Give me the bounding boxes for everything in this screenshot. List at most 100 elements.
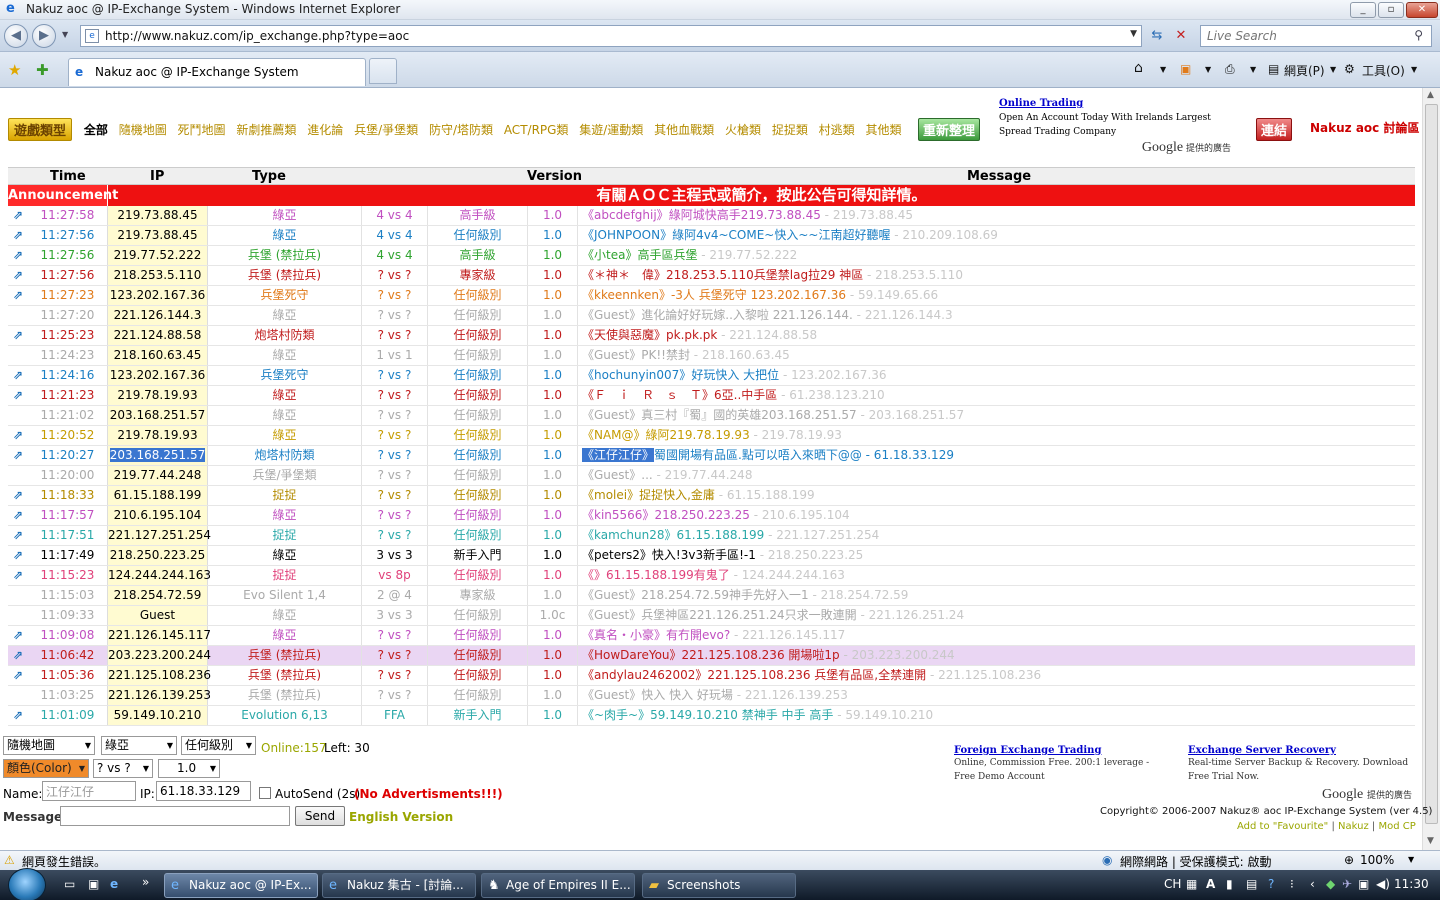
- close-window-button[interactable]: ✕: [1406, 2, 1438, 18]
- forum-link[interactable]: Nakuz aoc 討論區: [1310, 119, 1419, 136]
- table-row[interactable]: ⇗ 11:17:51 221.127.251.254 捉捉? vs ? 任何級別 1.0 《…: [8, 526, 1415, 546]
- row-message[interactable]: 《江仔江仔》蜀國開場有品區.點可以唔入來晒下@@ - 61.18.33.129: [578, 446, 1415, 465]
- join-game-icon[interactable]: ⇗: [8, 266, 28, 285]
- table-row[interactable]: ⇗ 11:06:42 203.223.200.244 兵堡 (禁拉兵)? vs ? 任何…: [8, 646, 1415, 666]
- row-ip[interactable]: 221.126.145.117: [107, 626, 211, 645]
- table-row[interactable]: ⇗ 11:20:27 203.168.251.57 炮塔村防類? vs ? 任何級別 1.…: [8, 446, 1415, 466]
- row-ip[interactable]: 221.126.144.3: [107, 306, 208, 325]
- join-game-icon[interactable]: ⇗: [8, 646, 28, 665]
- category-act-rpg[interactable]: ACT/RPG類: [504, 121, 569, 138]
- row-ip[interactable]: 203.168.251.57: [107, 406, 208, 425]
- print-dropdown-icon[interactable]: ▼: [1250, 65, 1256, 74]
- ime-width-icon[interactable]: ▮: [1226, 877, 1233, 891]
- warning-icon[interactable]: ⚠: [4, 853, 15, 867]
- status-error-text[interactable]: 網頁發生錯誤。: [22, 853, 106, 870]
- nakuz-link[interactable]: Nakuz: [1338, 821, 1369, 832]
- row-message[interactable]: 《andylau2462002》221.125.108.236 兵堡有品區,全禁…: [578, 666, 1415, 685]
- table-row[interactable]: ⇗ 11:17:49 218.250.223.25 綠亞 3 vs 3 新手入門 1.0 《p…: [8, 546, 1415, 566]
- row-ip[interactable]: 219.78.19.93: [107, 426, 208, 445]
- category-other[interactable]: 其他類: [866, 121, 902, 138]
- row-ip[interactable]: 219.77.52.222: [107, 246, 208, 265]
- join-game-icon[interactable]: ⇗: [8, 446, 28, 465]
- ie-quicklaunch-icon[interactable]: e: [110, 877, 118, 891]
- row-ip[interactable]: Guest: [107, 606, 208, 625]
- scroll-thumb[interactable]: [1425, 104, 1438, 824]
- table-row[interactable]: 11:21:02 203.168.251.57 綠亞? vs ? 任何級別 1.0 《Gu…: [8, 406, 1415, 426]
- row-ip[interactable]: 218.160.63.45: [107, 346, 208, 365]
- tray-app2-icon[interactable]: ✈: [1342, 877, 1352, 891]
- search-input[interactable]: [1207, 28, 1397, 44]
- refresh-icon[interactable]: ⇆: [1146, 25, 1168, 47]
- feeds-dropdown-icon[interactable]: ▼: [1205, 65, 1211, 74]
- table-row[interactable]: ⇗ 11:21:23 219.78.19.93 綠亞? vs ? 任何級別 1.0 《Ｆ ｉ…: [8, 386, 1415, 406]
- top-ad-title[interactable]: Online Trading: [999, 97, 1239, 111]
- category-new-recommended[interactable]: 新劇推薦類: [236, 121, 296, 138]
- clock[interactable]: 11:30: [1394, 877, 1429, 891]
- tab-nakuz[interactable]: e Nakuz aoc @ IP-Exchange System: [68, 58, 366, 86]
- show-desktop-icon[interactable]: ▭: [64, 877, 75, 891]
- table-row[interactable]: ⇗ 11:27:56 219.77.52.222 兵堡 (禁拉兵) 4 vs 4 高手級 1…: [8, 246, 1415, 266]
- join-game-icon[interactable]: ⇗: [8, 546, 28, 565]
- row-message[interactable]: 《》61.15.188.199有鬼了 - 124.244.244.163: [578, 566, 1415, 585]
- table-row[interactable]: ⇗ 11:05:36 221.125.108.236 兵堡 (禁拉兵)? vs ? 任何…: [8, 666, 1415, 686]
- refresh-page-button[interactable]: 重新整理: [918, 118, 981, 141]
- row-ip[interactable]: 219.78.19.93: [107, 386, 208, 405]
- favorites-star-icon[interactable]: ★: [8, 61, 21, 79]
- row-message[interactable]: 《＊神＊ 偉》218.253.5.110兵堡禁lag拉29 神區 - 218.2…: [578, 266, 1415, 285]
- ime-options-icon[interactable]: ⁝: [1290, 877, 1294, 891]
- row-message[interactable]: 《天使與惡魔》pk.pk.pk - 221.124.88.58: [578, 326, 1415, 345]
- join-game-icon[interactable]: ⇗: [8, 666, 28, 685]
- volume-icon[interactable]: ◀): [1376, 877, 1390, 891]
- color-select[interactable]: 顏色(Color) ▼: [3, 759, 89, 778]
- zoom-dropdown-icon[interactable]: ▼: [1408, 855, 1414, 864]
- home-dropdown-icon[interactable]: ▼: [1160, 65, 1166, 74]
- table-row[interactable]: ⇗ 11:25:23 221.124.88.58 炮塔村防類? vs ? 任何級別 1.0…: [8, 326, 1415, 346]
- message-field[interactable]: [60, 806, 290, 826]
- taskbar-item-aoe[interactable]: ♞ Age of Empires II E...: [481, 873, 635, 898]
- table-row[interactable]: ⇗ 11:27:56 218.253.5.110 兵堡 (禁拉兵)? vs ? 專家級 1…: [8, 266, 1415, 286]
- announcement-row[interactable]: Announcement 有關ＡＯＣ主程式或簡介，按此公告可得知詳情。: [8, 185, 1415, 206]
- row-ip[interactable]: 221.126.139.253: [107, 686, 211, 705]
- row-message[interactable]: 《peters2》快入!3v3新手區!-1 - 218.250.223.25: [578, 546, 1415, 565]
- table-row[interactable]: 11:15:03 218.254.72.59 Evo Silent 1,4 2 @ 4…: [8, 586, 1415, 606]
- english-version-link[interactable]: English Version: [349, 810, 453, 824]
- tray-app-icon[interactable]: ◆: [1326, 877, 1335, 891]
- ime-pad-icon[interactable]: ▤: [1246, 877, 1257, 891]
- row-message[interactable]: 《Guest》... - 219.77.44.248: [578, 466, 1415, 485]
- footer-google-ads[interactable]: Google 提供的廣告: [1322, 787, 1412, 803]
- category-all[interactable]: 全部: [84, 121, 108, 138]
- row-ip[interactable]: 123.202.167.36: [107, 286, 208, 305]
- taskbar-item-ie2[interactable]: e Nakuz 集古 - [討論...: [322, 873, 476, 898]
- category-other-battle[interactable]: 其他血戰類: [654, 121, 714, 138]
- category-random-map[interactable]: 隨機地圖: [119, 121, 167, 138]
- scroll-down-icon[interactable]: ▼: [1427, 836, 1434, 846]
- category-village-escape[interactable]: 村逃類: [819, 121, 855, 138]
- join-game-icon[interactable]: ⇗: [8, 246, 28, 265]
- row-ip[interactable]: 221.127.251.254: [107, 526, 211, 545]
- row-message[interactable]: 《JOHNPOON》綠阿4v4~COME~快入~~江南超好聽喔 - 210.20…: [578, 226, 1415, 245]
- announcement-text[interactable]: 有關ＡＯＣ主程式或簡介，按此公告可得知詳情。: [108, 185, 1415, 206]
- vs-select[interactable]: ? vs ? ▼: [93, 759, 153, 778]
- name-input[interactable]: [46, 782, 135, 800]
- row-message[interactable]: 《NAM@》綠阿219.78.19.93 - 219.78.19.93: [578, 426, 1415, 445]
- category-sports[interactable]: 集遊/運動類: [579, 121, 643, 138]
- join-game-icon[interactable]: ⇗: [8, 326, 28, 345]
- autosend-checkbox[interactable]: [259, 787, 271, 799]
- level-select[interactable]: 任何級別 ▼: [181, 736, 256, 755]
- table-row[interactable]: ⇗ 11:18:33 61.15.188.199 捉捉? vs ? 任何級別 1.0 《mo…: [8, 486, 1415, 506]
- start-button[interactable]: [8, 868, 46, 900]
- row-message[interactable]: 《molei》捉捉快入,金庸 - 61.15.188.199: [578, 486, 1415, 505]
- feeds-icon[interactable]: ▣: [1180, 62, 1191, 76]
- row-message[interactable]: 《Guest》218.254.72.59神手先好入一1 - 218.254.72…: [578, 586, 1415, 605]
- taskbar-item-ie1[interactable]: e Nakuz aoc @ IP-Ex...: [164, 873, 318, 898]
- minimize-button[interactable]: _: [1350, 2, 1376, 18]
- home-icon[interactable]: ⌂: [1134, 60, 1143, 76]
- ip-field[interactable]: [156, 781, 251, 801]
- maximize-button[interactable]: ▫: [1378, 2, 1404, 18]
- table-row[interactable]: ⇗ 11:15:23 124.244.244.163 捉捉 vs 8p 任何級別 1.0 《》…: [8, 566, 1415, 586]
- table-row[interactable]: ⇗ 11:17:57 210.6.195.104 綠亞? vs ? 任何級別 1.0 《ki…: [8, 506, 1415, 526]
- scroll-up-icon[interactable]: ▲: [1427, 90, 1434, 100]
- join-game-icon[interactable]: ⇗: [8, 426, 28, 445]
- new-tab-button[interactable]: [369, 58, 397, 84]
- join-game-icon[interactable]: ⇗: [8, 366, 28, 385]
